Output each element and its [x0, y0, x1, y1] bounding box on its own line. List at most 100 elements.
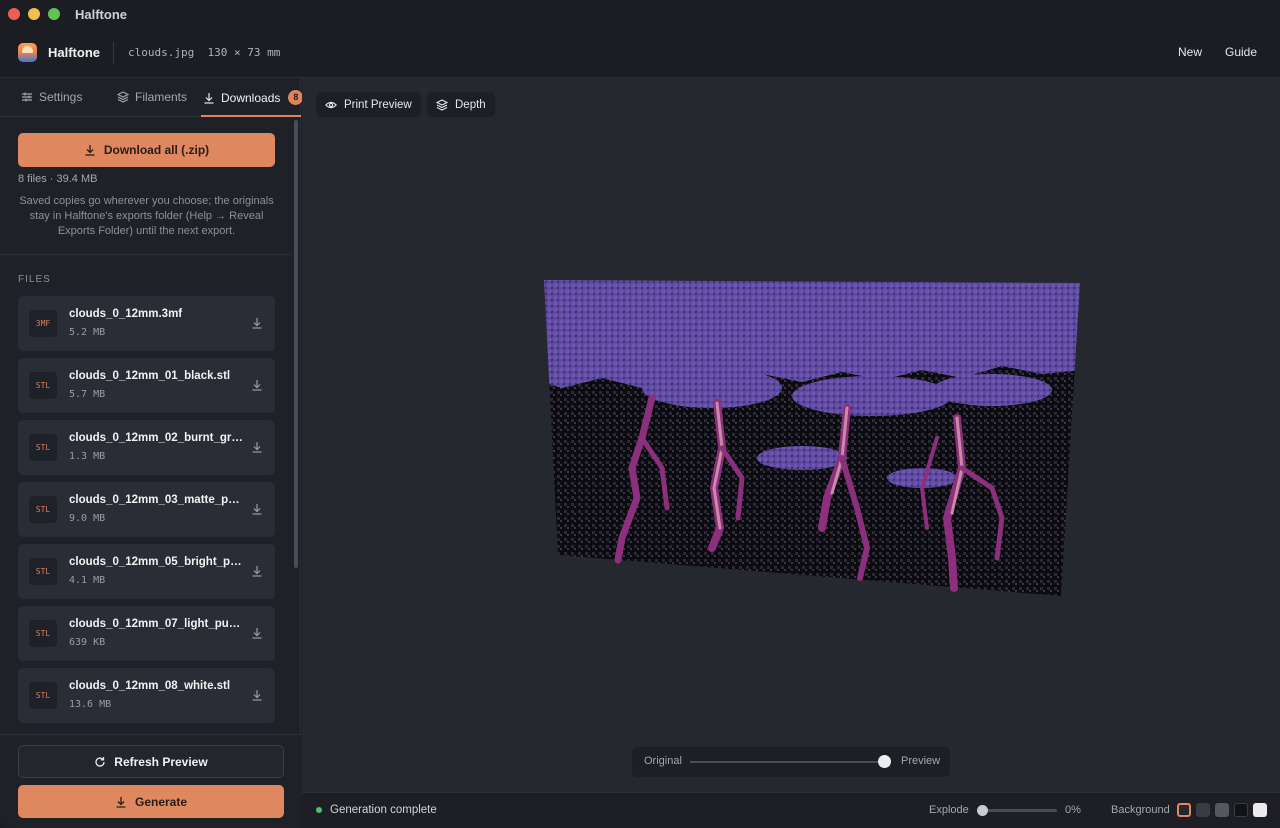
- close-window-button[interactable]: [8, 8, 20, 20]
- background-label: Background: [1111, 804, 1170, 816]
- file-info: clouds.jpg 130 × 73 mm: [128, 46, 281, 59]
- file-size: 13.6 MB: [69, 699, 112, 710]
- download-icon: [85, 145, 95, 156]
- window-title: Halftone: [75, 7, 127, 22]
- compare-slider-bar: Original Preview: [632, 747, 950, 777]
- file-name: clouds_0_12mm.3mf: [69, 308, 183, 320]
- downloads-summary: 8 files · 39.4 MB: [18, 173, 98, 185]
- compare-slider-track[interactable]: [690, 761, 890, 763]
- depth-label: Depth: [455, 98, 486, 111]
- status-text: Generation complete: [330, 804, 437, 816]
- background-swatch-white[interactable]: [1253, 803, 1267, 817]
- file-type-icon: STL: [29, 496, 57, 523]
- file-item[interactable]: STL clouds_0_12mm_03_matte_pur... 9.0 MB: [18, 482, 275, 537]
- refresh-icon: [95, 756, 105, 767]
- download-icon: [116, 796, 126, 808]
- compare-original-label: Original: [644, 755, 682, 767]
- file-name: clouds_0_12mm_01_black.stl: [69, 370, 231, 382]
- file-list: 3MF clouds_0_12mm.3mf 5.2 MB STL clouds_…: [18, 296, 275, 730]
- compare-slider-handle[interactable]: [878, 755, 891, 768]
- tab-downloads-label: Downloads: [221, 90, 281, 105]
- download-icon[interactable]: [251, 627, 263, 639]
- file-type-icon: 3MF: [29, 310, 57, 337]
- background-swatch-gray[interactable]: [1196, 803, 1210, 817]
- zoom-window-button[interactable]: [48, 8, 60, 20]
- download-icon[interactable]: [251, 503, 263, 515]
- file-item[interactable]: STL clouds_0_12mm_08_white.stl 13.6 MB: [18, 668, 275, 723]
- file-size: 4.1 MB: [69, 575, 106, 586]
- file-size: 1.3 MB: [69, 451, 106, 462]
- generate-button[interactable]: Generate: [18, 785, 284, 818]
- app-window: Halftone Halftone clouds.jpg 130 × 73 mm…: [0, 0, 1280, 828]
- file-name: clouds_0_12mm_03_matte_pur...: [69, 494, 244, 506]
- downloads-panel: Download all (.zip) 8 files · 39.4 MB Sa…: [0, 117, 292, 734]
- sidebar: Settings Filaments Downloads 8 Download …: [0, 78, 304, 828]
- file-size: 9.0 MB: [69, 513, 106, 524]
- download-icon[interactable]: [251, 565, 263, 577]
- print-preview-button[interactable]: Print Preview: [316, 92, 421, 117]
- download-all-label: Download all (.zip): [103, 143, 210, 157]
- generate-label: Generate: [134, 794, 188, 809]
- tab-filaments-label: Filaments: [135, 90, 188, 104]
- background-swatch-black[interactable]: [1234, 803, 1248, 817]
- explode-slider-track[interactable]: [982, 809, 1057, 812]
- app-logo-icon: [18, 43, 37, 62]
- file-item[interactable]: STL clouds_0_12mm_02_burnt_gre... 1.3 MB: [18, 420, 275, 475]
- download-icon[interactable]: [251, 689, 263, 701]
- download-icon[interactable]: [251, 317, 263, 329]
- file-name: clouds_0_12mm_07_light_purp...: [69, 618, 244, 630]
- preview-area: Print Preview Depth Original Preview: [302, 78, 1280, 792]
- tab-settings[interactable]: Settings: [21, 90, 82, 104]
- files-heading: FILES: [18, 274, 51, 285]
- file-name: clouds_0_12mm_02_burnt_gre...: [69, 432, 244, 444]
- file-item[interactable]: STL clouds_0_12mm_01_black.stl 5.7 MB: [18, 358, 275, 413]
- app-name: Halftone: [48, 45, 100, 60]
- downloads-note: Saved copies go wherever you choose; the…: [19, 195, 274, 237]
- eye-icon: [325, 101, 337, 108]
- tab-downloads[interactable]: Downloads 8: [203, 90, 304, 105]
- download-all-button[interactable]: Download all (.zip): [18, 133, 275, 167]
- minimize-window-button[interactable]: [28, 8, 40, 20]
- app-header: Halftone clouds.jpg 130 × 73 mm New Guid…: [0, 28, 1280, 78]
- file-size: 639 KB: [69, 637, 106, 648]
- sidebar-tabs: Settings Filaments Downloads 8: [0, 78, 304, 117]
- model-preview-canvas[interactable]: [542, 278, 1082, 600]
- status-indicator: [316, 807, 322, 813]
- section-divider: [0, 254, 292, 255]
- file-type-icon: STL: [29, 558, 57, 585]
- sidebar-scrollbar[interactable]: [294, 120, 298, 568]
- tab-filaments[interactable]: Filaments: [117, 90, 187, 104]
- file-item[interactable]: STL clouds_0_12mm_07_light_purp... 639 K…: [18, 606, 275, 661]
- guide-button[interactable]: Guide: [1225, 45, 1257, 59]
- tab-settings-label: Settings: [39, 90, 83, 104]
- background-swatch-mid[interactable]: [1215, 803, 1229, 817]
- file-name: clouds_0_12mm_08_white.stl: [69, 680, 231, 692]
- refresh-preview-label: Refresh Preview: [114, 754, 208, 769]
- print-preview-label: Print Preview: [344, 98, 412, 111]
- new-button[interactable]: New: [1178, 45, 1202, 59]
- file-size: 5.2 MB: [69, 327, 106, 338]
- file-type-icon: STL: [29, 372, 57, 399]
- file-item[interactable]: 3MF clouds_0_12mm.3mf 5.2 MB: [18, 296, 275, 351]
- file-type-icon: STL: [29, 682, 57, 709]
- file-type-icon: STL: [29, 620, 57, 647]
- compare-preview-label: Preview: [901, 755, 941, 767]
- refresh-preview-button[interactable]: Refresh Preview: [18, 745, 284, 778]
- layers-icon: [436, 98, 448, 111]
- download-icon[interactable]: [251, 379, 263, 391]
- sidebar-footer: Refresh Preview Generate: [0, 734, 301, 828]
- depth-button[interactable]: Depth: [427, 92, 495, 117]
- download-icon[interactable]: [251, 441, 263, 453]
- explode-slider-handle[interactable]: [977, 805, 988, 816]
- status-bar: Generation complete Explode 0% Backgroun…: [302, 792, 1280, 828]
- file-size: 5.7 MB: [69, 389, 106, 400]
- file-item[interactable]: STL clouds_0_12mm_05_bright_pur... 4.1 M…: [18, 544, 275, 599]
- sliders-icon: [22, 92, 32, 102]
- explode-label: Explode: [929, 804, 969, 816]
- file-name: clouds_0_12mm_05_bright_pur...: [69, 556, 244, 568]
- header-divider: [113, 42, 114, 64]
- download-icon: [204, 92, 214, 104]
- background-swatch-default[interactable]: [1177, 803, 1191, 817]
- title-bar: Halftone: [0, 0, 1280, 28]
- file-type-icon: STL: [29, 434, 57, 461]
